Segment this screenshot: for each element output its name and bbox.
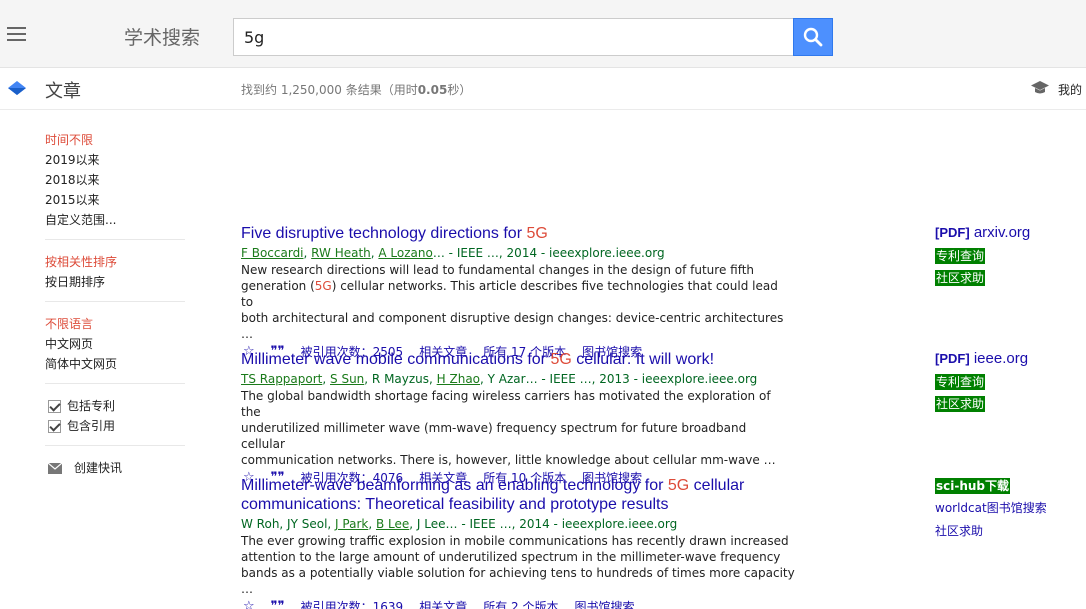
filter-since-2019[interactable]: 2019以来: [45, 150, 185, 170]
include-patents-checkbox[interactable]: 包括专利: [45, 396, 185, 416]
library-search-link[interactable]: 图书馆搜索: [574, 598, 634, 609]
graduation-cap-icon[interactable]: [1030, 80, 1050, 96]
pdf-link[interactable]: [PDF] ieee.org: [935, 350, 1085, 368]
pdf-link[interactable]: [PDF] arxiv.org: [935, 224, 1085, 242]
author-link[interactable]: RW Heath: [311, 246, 371, 260]
filter-any-time[interactable]: 时间不限: [45, 130, 185, 150]
search-result: Five disruptive technology directions fo…: [241, 224, 786, 361]
author-link[interactable]: J Park: [335, 517, 368, 531]
filter-custom-range[interactable]: 自定义范围...: [45, 210, 185, 230]
result-snippet: The global bandwidth shortage facing wir…: [241, 389, 776, 467]
sort-by-relevance[interactable]: 按相关性排序: [45, 252, 185, 272]
result-title-link[interactable]: Millimeter wave mobile communications fo…: [241, 350, 786, 369]
community-help-badge[interactable]: 社区求助: [935, 270, 986, 286]
search-button[interactable]: [793, 18, 833, 56]
search-result: Millimeter wave mobile communications fo…: [241, 350, 786, 487]
include-citations-checkbox[interactable]: 包含引用: [45, 416, 185, 436]
result-meta: W Roh, JY Seol, J Park, B Lee, J Lee… - …: [241, 517, 678, 531]
scihub-download-badge[interactable]: sci-hub下载: [935, 478, 1011, 494]
result-side-links: [PDF] arxiv.org 专利查询 社区求助: [935, 224, 1085, 286]
community-help-badge[interactable]: 社区求助: [935, 396, 986, 412]
search-result: Millimeter-wave beamforming as an enabli…: [241, 476, 801, 609]
result-title-link[interactable]: Five disruptive technology directions fo…: [241, 224, 786, 243]
result-snippet: The ever growing traffic explosion in mo…: [241, 534, 795, 596]
result-stats: 找到约 1,250,000 条结果（用时0.05秒）: [241, 83, 472, 97]
filter-any-language[interactable]: 不限语言: [45, 314, 185, 334]
menu-icon[interactable]: [7, 27, 26, 41]
patent-search-badge[interactable]: 专利查询: [935, 374, 986, 390]
author-link[interactable]: A Lozano: [378, 246, 432, 260]
time-filter-group: 时间不限 2019以来 2018以来 2015以来 自定义范围...: [45, 130, 185, 240]
checkbox-checked-icon: [48, 399, 61, 413]
articles-icon: [8, 81, 26, 95]
top-bar: 学术搜索: [0, 0, 1086, 68]
result-actions: ☆ ❞❞ 被引用次数：1639 相关文章 所有 2 个版本 图书馆搜索: [241, 598, 801, 609]
include-options-group: 包括专利 包含引用: [45, 396, 185, 446]
worldcat-library-link[interactable]: worldcat图书馆搜索: [935, 499, 1085, 517]
quote-icon[interactable]: ❞❞: [271, 598, 285, 609]
cited-by-link[interactable]: 被引用次数：1639: [301, 598, 404, 609]
result-snippet: New research directions will lead to fun…: [241, 263, 784, 341]
author-link[interactable]: H Zhao: [437, 372, 480, 386]
brand-title[interactable]: 学术搜索: [124, 23, 200, 50]
sort-group: 按相关性排序 按日期排序: [45, 252, 185, 302]
result-meta: F Boccardi, RW Heath, A Lozano… - IEEE ……: [241, 246, 665, 260]
section-label[interactable]: 文章: [45, 77, 81, 103]
related-articles-link[interactable]: 相关文章: [419, 598, 467, 609]
filter-sidebar: 时间不限 2019以来 2018以来 2015以来 自定义范围... 按相关性排…: [45, 130, 185, 478]
filter-chinese-pages[interactable]: 中文网页: [45, 334, 185, 354]
create-alert-link[interactable]: 创建快讯: [45, 458, 185, 478]
author-link[interactable]: TS Rappaport: [241, 372, 322, 386]
sort-by-date[interactable]: 按日期排序: [45, 272, 185, 292]
filter-simplified-chinese-pages[interactable]: 简体中文网页: [45, 354, 185, 374]
result-meta: TS Rappaport, S Sun, R Mayzus, H Zhao, Y…: [241, 372, 758, 386]
all-versions-link[interactable]: 所有 2 个版本: [483, 598, 558, 609]
search-icon: [803, 27, 823, 47]
result-title-link[interactable]: Millimeter-wave beamforming as an enabli…: [241, 476, 801, 514]
result-side-links: sci-hub下载 worldcat图书馆搜索 社区求助: [935, 472, 1085, 540]
envelope-icon: [48, 462, 62, 474]
author-link[interactable]: S Sun: [330, 372, 364, 386]
checkbox-checked-icon: [48, 419, 61, 433]
my-profile-link[interactable]: 我的: [1058, 81, 1082, 98]
search-input[interactable]: [233, 18, 794, 56]
author-link[interactable]: B Lee: [376, 517, 409, 531]
filter-since-2015[interactable]: 2015以来: [45, 190, 185, 210]
patent-search-badge[interactable]: 专利查询: [935, 248, 986, 264]
author-link[interactable]: F Boccardi: [241, 246, 304, 260]
result-side-links: [PDF] ieee.org 专利查询 社区求助: [935, 350, 1085, 412]
star-icon[interactable]: ☆: [243, 598, 255, 609]
filter-since-2018[interactable]: 2018以来: [45, 170, 185, 190]
language-filter-group: 不限语言 中文网页 简体中文网页: [45, 314, 185, 384]
community-help-link[interactable]: 社区求助: [935, 522, 1085, 540]
sub-bar: 文章 找到约 1,250,000 条结果（用时0.05秒） 我的: [0, 68, 1086, 110]
